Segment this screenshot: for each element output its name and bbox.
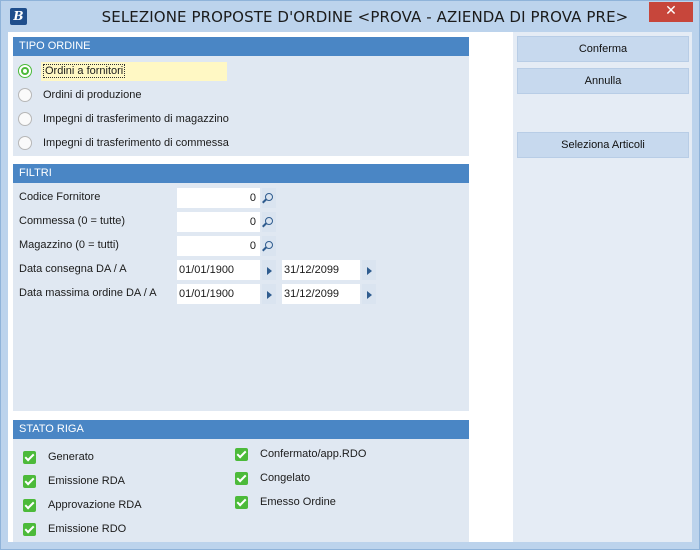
radio-label: Ordini a fornitori [43,63,126,78]
annulla-button[interactable]: Annulla [517,68,689,94]
check-congelato[interactable]: Congelato [235,468,310,488]
checkbox-checked-icon[interactable] [23,522,36,536]
tipo-ordine-group: TIPO ORDINE Ordini a fornitori Ordini di… [13,37,469,156]
commessa-input[interactable]: 0 [176,211,261,233]
search-icon [265,217,273,225]
data-massima-to-picker[interactable] [361,283,377,305]
data-consegna-from-input[interactable]: 01/01/1900 [176,259,261,281]
radio-trasferimento-commessa[interactable]: Impegni di trasferimento di commessa [13,133,231,153]
checkbox-checked-icon[interactable] [235,495,248,509]
checkbox-checked-icon[interactable] [235,471,248,485]
codice-fornitore-search-button[interactable] [261,187,277,209]
check-label: Emesso Ordine [260,496,336,508]
search-icon [265,241,273,249]
check-confermato[interactable]: Confermato/app.RDO [235,444,366,464]
actions-pane: Conferma Annulla Seleziona Articoli [513,32,692,542]
check-emissione-rdo[interactable]: Emissione RDO [23,519,126,539]
check-label: Emissione RDA [48,475,126,487]
arrow-right-icon [367,291,372,299]
checkbox-checked-icon[interactable] [235,447,248,461]
check-label: Approvazione RDA [48,499,142,511]
check-label: Generato [48,451,94,463]
magazzino-search-button[interactable] [261,235,277,257]
radio-ordini-produzione[interactable]: Ordini di produzione [13,85,143,105]
radio-label: Ordini di produzione [43,89,142,101]
data-massima-from-picker[interactable] [261,283,277,305]
check-label: Emissione RDO [48,523,127,535]
radio-trasferimento-magazzino[interactable]: Impegni di trasferimento di magazzino [13,109,231,129]
commessa-label: Commessa (0 = tutte) [19,215,126,227]
filter-commessa: Commessa (0 = tutte) 0 [13,211,469,233]
radio-label: Impegni di trasferimento di magazzino [43,113,229,125]
close-button[interactable]: ✕ [649,2,693,22]
application-window: B SELEZIONE PROPOSTE D'ORDINE <PROVA - A… [0,0,700,550]
arrow-right-icon [267,267,272,275]
radio-ordini-fornitori[interactable]: Ordini a fornitori [13,61,227,81]
check-emissione-rda[interactable]: Emissione RDA [23,471,125,491]
checkbox-checked-icon[interactable] [23,450,36,464]
magazzino-input[interactable]: 0 [176,235,261,257]
radio-unselected-icon[interactable] [18,136,32,150]
magazzino-label: Magazzino (0 = tutti) [19,239,119,251]
conferma-button[interactable]: Conferma [517,36,689,62]
filter-data-consegna: Data consegna DA / A 01/01/1900 31/12/20… [13,259,469,281]
filtri-header: FILTRI [13,164,469,183]
radio-unselected-icon[interactable] [18,112,32,126]
radio-selected-icon[interactable] [18,64,32,78]
filtri-group: FILTRI Codice Fornitore 0 Commessa (0 = … [13,164,469,411]
data-massima-label: Data massima ordine DA / A [19,287,157,299]
tipo-ordine-header: TIPO ORDINE [13,37,469,56]
title-bar[interactable]: B SELEZIONE PROPOSTE D'ORDINE <PROVA - A… [1,1,699,32]
stato-riga-header: STATO RIGA [13,420,469,439]
check-label: Confermato/app.RDO [260,448,367,460]
codice-fornitore-input[interactable]: 0 [176,187,261,209]
search-icon [265,193,273,201]
data-consegna-to-picker[interactable] [361,259,377,281]
checkbox-checked-icon[interactable] [23,474,36,488]
arrow-right-icon [267,291,272,299]
data-consegna-from-picker[interactable] [261,259,277,281]
filter-magazzino: Magazzino (0 = tutti) 0 [13,235,469,257]
window-title: SELEZIONE PROPOSTE D'ORDINE <PROVA - AZI… [101,8,629,26]
seleziona-articoli-button[interactable]: Seleziona Articoli [517,132,689,158]
data-massima-from-input[interactable]: 01/01/1900 [176,283,261,305]
data-consegna-to-input[interactable]: 31/12/2099 [281,259,361,281]
check-generato[interactable]: Generato [23,447,94,467]
left-pane: TIPO ORDINE Ordini a fornitori Ordini di… [8,32,513,542]
data-massima-to-input[interactable]: 31/12/2099 [281,283,361,305]
commessa-search-button[interactable] [261,211,277,233]
radio-label: Impegni di trasferimento di commessa [43,137,229,149]
radio-unselected-icon[interactable] [18,88,32,102]
filter-data-massima: Data massima ordine DA / A 01/01/1900 31… [13,283,469,305]
data-consegna-label: Data consegna DA / A [19,263,127,275]
stato-riga-group: STATO RIGA Generato Emissione RDA Approv… [13,420,469,542]
dialog-client-area: TIPO ORDINE Ordini a fornitori Ordini di… [8,32,692,542]
check-approvazione-rda[interactable]: Approvazione RDA [23,495,142,515]
codice-fornitore-label: Codice Fornitore [19,191,101,203]
checkbox-checked-icon[interactable] [23,498,36,512]
filter-codice-fornitore: Codice Fornitore 0 [13,187,469,209]
check-emesso-ordine[interactable]: Emesso Ordine [235,492,336,512]
check-label: Congelato [260,472,311,484]
arrow-right-icon [367,267,372,275]
